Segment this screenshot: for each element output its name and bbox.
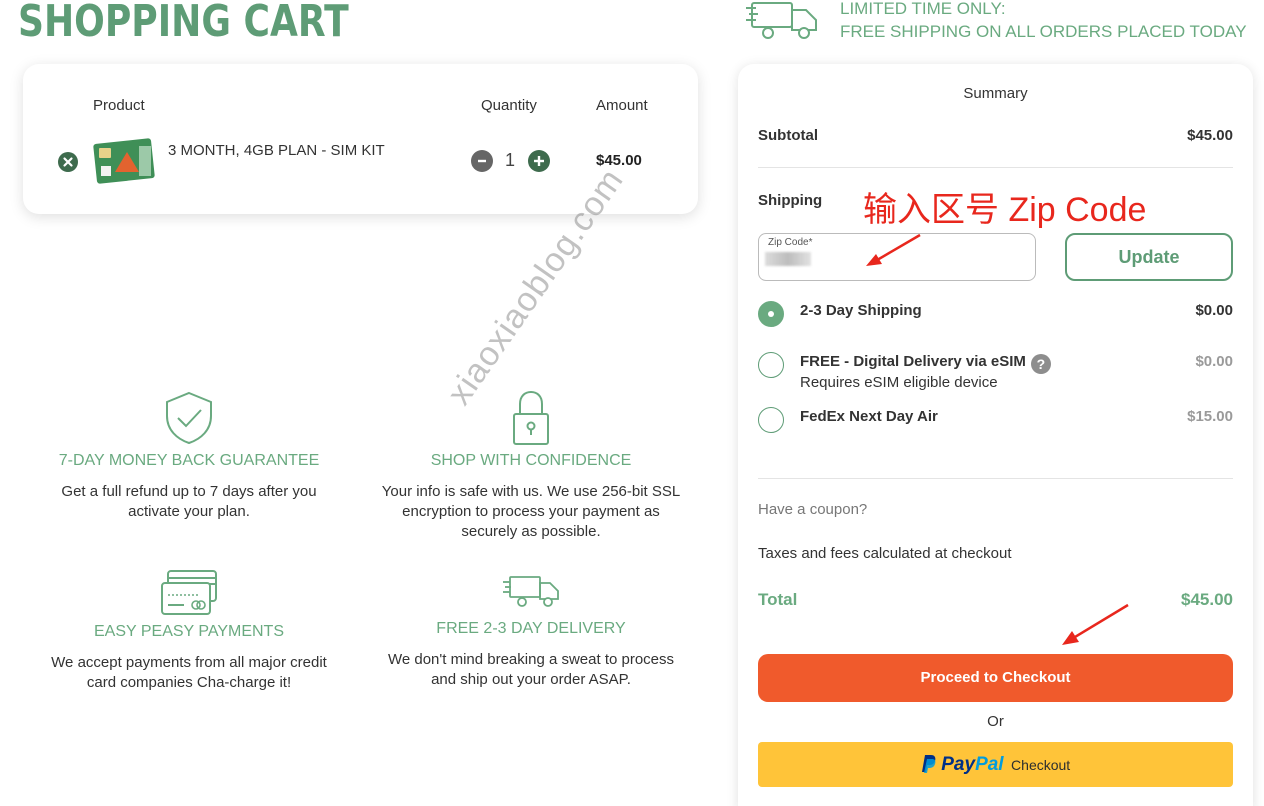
shipping-option-name: FREE - Digital Delivery via eSIM (800, 353, 1026, 370)
column-header-product: Product (93, 97, 145, 114)
zip-code-label: Zip Code* (768, 237, 813, 248)
padlock-icon (513, 390, 549, 445)
feature-shop-confidence: SHOP WITH CONFIDENCE Your info is safe w… (381, 390, 681, 542)
have-coupon-link[interactable]: Have a coupon? (758, 501, 867, 518)
zip-code-input[interactable] (765, 251, 825, 267)
proceed-to-checkout-button[interactable]: Proceed to Checkout (758, 654, 1233, 702)
feature-title: FREE 2-3 DAY DELIVERY (436, 620, 626, 637)
credit-cards-icon (161, 570, 217, 615)
divider (758, 478, 1233, 479)
delivery-truck-icon (503, 576, 559, 607)
shipping-option-price: $0.00 (1195, 353, 1233, 370)
plus-icon (534, 156, 544, 166)
shipping-option-price: $0.00 (1195, 302, 1233, 319)
help-icon[interactable]: ? (1030, 354, 1051, 374)
divider (758, 167, 1233, 168)
shield-check-icon (166, 391, 212, 445)
close-icon (63, 157, 73, 167)
sim-kit-image (93, 138, 155, 184)
feature-title: SHOP WITH CONFIDENCE (430, 452, 632, 469)
decrease-quantity-button[interactable] (471, 150, 493, 172)
feature-description: Get a full refund up to 7 days after you… (61, 483, 317, 520)
feature-money-back: 7-DAY MONEY BACK GUARANTEE Get a full re… (39, 390, 339, 522)
shipping-label: Shipping (758, 192, 823, 209)
subtotal-value: $45.00 (1187, 127, 1233, 144)
radio-fedex-next-day-air[interactable] (758, 407, 784, 433)
summary-title: Summary (963, 85, 1028, 102)
remove-item-button[interactable] (58, 152, 78, 172)
update-button[interactable]: Update (1065, 233, 1233, 281)
delivery-truck-icon (746, 2, 817, 39)
feature-title: EASY PEASY PAYMENTS (94, 623, 284, 640)
shipping-option-name[interactable]: 2-3 Day Shipping (800, 302, 922, 319)
product-name[interactable]: 3 MONTH, 4GB PLAN - SIM KIT (168, 142, 385, 159)
promo-line-2: FREE SHIPPING ON ALL ORDERS PLACED TODAY (840, 22, 1247, 41)
feature-free-delivery: FREE 2-3 DAY DELIVERY We don't mind brea… (381, 574, 681, 690)
feature-title: 7-DAY MONEY BACK GUARANTEE (58, 452, 320, 469)
column-header-amount: Amount (596, 97, 648, 114)
feature-description: We accept payments from all major credit… (51, 654, 327, 691)
paypal-wordmark-pal: Pal (975, 754, 1004, 775)
shipping-option-note: Requires eSIM eligible device (800, 374, 998, 391)
quantity-value: 1 (505, 150, 516, 170)
total-label: Total (758, 590, 798, 609)
shipping-option-price: $15.00 (1187, 408, 1233, 425)
shipping-option-name[interactable]: FedEx Next Day Air (800, 408, 938, 425)
paypal-checkout-button[interactable]: PayPal Checkout (758, 742, 1233, 787)
column-header-quantity: Quantity (481, 97, 537, 114)
paypal-logo-icon (921, 755, 936, 773)
feature-easy-payments: EASY PEASY PAYMENTS We accept payments f… (39, 569, 339, 693)
increase-quantity-button[interactable] (528, 150, 550, 172)
or-separator: Or (987, 713, 1004, 730)
paypal-wordmark-pay: Pay (941, 754, 976, 775)
order-summary: Summary Subtotal $45.00 Shipping Zip Cod… (738, 64, 1253, 806)
minus-icon (478, 159, 486, 163)
feature-description: We don't mind breaking a sweat to proces… (387, 651, 675, 688)
radio-digital-delivery-esim[interactable] (758, 352, 784, 378)
page-title: SHOPPING CART (18, 0, 349, 47)
zip-code-annotation: 输入区号 Zip Code (863, 191, 1147, 229)
radio-2-3-day-shipping[interactable] (758, 301, 784, 327)
subtotal-label: Subtotal (758, 127, 818, 144)
tax-note: Taxes and fees calculated at checkout (758, 545, 1012, 562)
paypal-checkout-label: Checkout (1011, 757, 1071, 773)
total-value: $45.00 (1181, 590, 1233, 609)
feature-description: Your info is safe with us. We use 256-bi… (381, 483, 681, 540)
annotation-arrow-icon (1062, 603, 1129, 645)
shipping-option-row[interactable]: FREE - Digital Delivery via eSIM? (800, 353, 1051, 374)
promo-banner: LIMITED TIME ONLY: FREE SHIPPING ON ALL … (746, 0, 1247, 44)
promo-line-1: LIMITED TIME ONLY: (840, 0, 1006, 18)
annotation-arrow-icon (866, 233, 921, 266)
